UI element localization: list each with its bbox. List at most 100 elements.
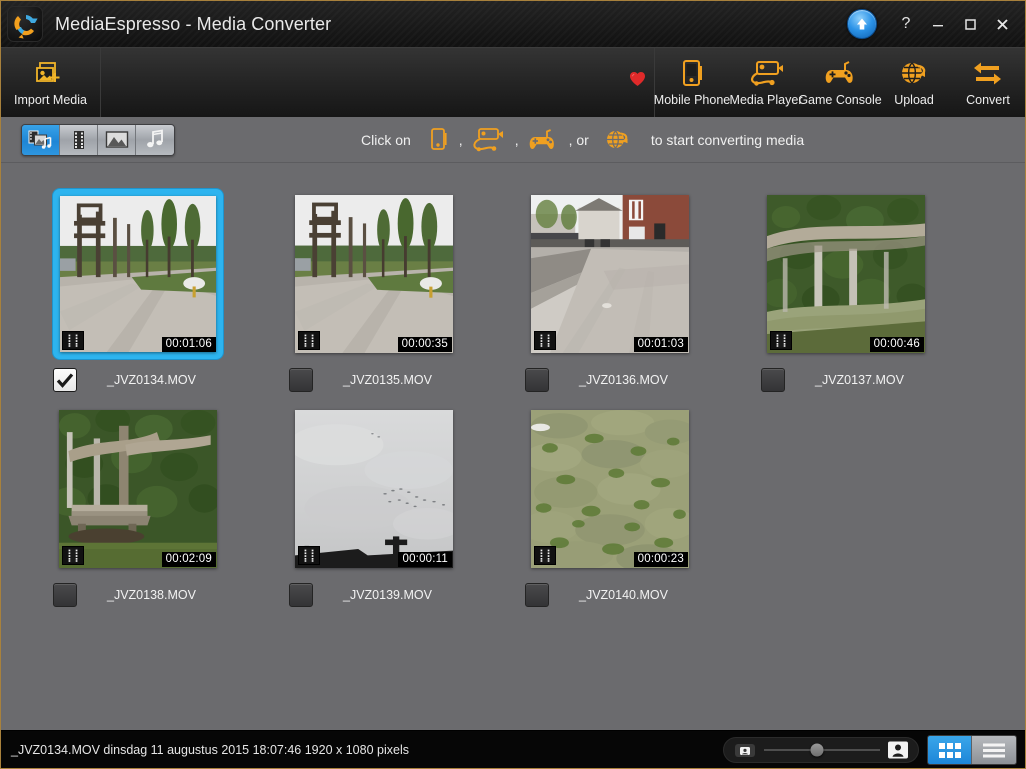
- maximize-button[interactable]: [955, 7, 985, 41]
- media-item-filename: _JVZ0137.MOV: [815, 373, 904, 387]
- close-button[interactable]: [987, 7, 1017, 41]
- media-item-filename: _JVZ0140.MOV: [579, 588, 668, 602]
- duration-badge: 00:00:23: [633, 552, 688, 567]
- minimize-button[interactable]: [923, 7, 953, 41]
- hint-globe-upload-icon[interactable]: [603, 127, 633, 153]
- media-item[interactable]: 00:00:46 _JVZ0137.MOV: [761, 189, 997, 392]
- media-item-checkbox[interactable]: [289, 583, 313, 607]
- media-item[interactable]: 00:00:23 _JVZ0140.MOV: [525, 404, 761, 607]
- import-media-button[interactable]: Import Media: [1, 48, 101, 117]
- media-item[interactable]: 00:01:03 _JVZ0136.MOV: [525, 189, 761, 392]
- media-item[interactable]: 00:01:06 _JVZ0134.MOV: [53, 189, 289, 392]
- app-title: MediaEspresso - Media Converter: [55, 13, 332, 34]
- window-controls: ?: [847, 1, 1017, 47]
- game-console-button[interactable]: Game Console: [798, 48, 882, 117]
- media-item-meta: _JVZ0138.MOV: [53, 583, 289, 607]
- hint-sep-1: ,: [458, 132, 463, 148]
- convert-button[interactable]: Convert: [951, 48, 1025, 117]
- media-item-checkbox[interactable]: [53, 368, 77, 392]
- hint-game-console-icon[interactable]: [527, 127, 559, 153]
- media-item-checkbox[interactable]: [53, 583, 77, 607]
- duration-badge: 00:00:11: [398, 552, 452, 567]
- media-item-filename: _JVZ0138.MOV: [107, 588, 196, 602]
- status-bar-controls: [723, 731, 1017, 769]
- media-item-checkbox[interactable]: [289, 368, 313, 392]
- slider-track[interactable]: [764, 743, 880, 757]
- hint-sep-2: ,: [514, 132, 519, 148]
- status-info-text: _JVZ0134.MOV dinsdag 11 augustus 2015 18…: [11, 742, 409, 757]
- upload-button[interactable]: Upload: [877, 48, 951, 117]
- tab-video[interactable]: [60, 124, 98, 155]
- media-item[interactable]: 00:00:11 _JVZ0139.MOV: [289, 404, 525, 607]
- hint-prefix: Click on: [361, 132, 411, 148]
- title-bar: MediaEspresso - Media Converter ?: [1, 1, 1025, 47]
- thumbnail-frame[interactable]: 00:00:46: [761, 189, 931, 359]
- hint-media-player-icon[interactable]: [469, 127, 509, 153]
- media-item-filename: _JVZ0134.MOV: [107, 373, 196, 387]
- thumbnail-image-street-houses: [531, 195, 689, 353]
- conversion-hint: Click on , , , or to start converting me…: [361, 117, 804, 163]
- favorite-heart-icon[interactable]: [621, 48, 655, 117]
- game-console-label: Game Console: [798, 93, 882, 107]
- thumbnail-frame[interactable]: 00:00:35: [289, 189, 459, 359]
- thumbnail-image-grey-sky: [295, 410, 453, 568]
- media-player-icon: [746, 58, 786, 90]
- video-type-badge-icon: [534, 331, 556, 350]
- mobile-phone-icon: [677, 58, 707, 90]
- tab-music[interactable]: [136, 124, 174, 155]
- upload-round-button[interactable]: [847, 9, 877, 39]
- help-button[interactable]: ?: [891, 7, 921, 41]
- media-item-meta: _JVZ0139.MOV: [289, 583, 525, 607]
- grid-view-button[interactable]: [928, 736, 972, 764]
- thumbnail-frame[interactable]: 00:01:03: [525, 189, 695, 359]
- hint-mobile-phone-icon[interactable]: [429, 127, 449, 153]
- media-player-label: Media Player: [729, 93, 803, 107]
- tab-photo[interactable]: [98, 124, 136, 155]
- import-media-icon: [34, 59, 68, 91]
- video-type-badge-icon: [298, 546, 320, 565]
- large-thumbnail-icon[interactable]: [886, 740, 910, 760]
- thumbnail-image-path-trees: [60, 196, 216, 352]
- thumbnail-image-path-trees: [295, 195, 453, 353]
- mobile-phone-button[interactable]: Mobile Phone: [654, 48, 730, 117]
- media-item-checkbox[interactable]: [525, 368, 549, 392]
- main-toolbar: Import Media Mobile Phone Media Player G…: [1, 47, 1025, 117]
- thumbnail-frame[interactable]: 00:00:11: [289, 404, 459, 574]
- video-type-badge-icon: [534, 546, 556, 565]
- thumbnail-frame[interactable]: 00:01:06: [53, 189, 223, 359]
- duration-badge: 00:01:06: [161, 337, 216, 352]
- small-thumbnail-icon[interactable]: [732, 741, 758, 759]
- import-media-label: Import Media: [14, 92, 87, 107]
- media-item-meta: _JVZ0134.MOV: [53, 368, 289, 392]
- globe-upload-icon: [898, 58, 930, 90]
- list-view-button[interactable]: [972, 736, 1016, 764]
- app-logo-icon: [7, 6, 43, 42]
- thumbnail-image-hedge-fence: [767, 195, 925, 353]
- thumbnail-frame[interactable]: 00:02:09: [53, 404, 223, 574]
- view-mode-toggle: [927, 735, 1017, 765]
- upload-label: Upload: [894, 93, 934, 107]
- slider-knob[interactable]: [810, 743, 824, 757]
- hint-sep-3: , or: [568, 132, 589, 148]
- media-item[interactable]: 00:02:09 _JVZ0138.MOV: [53, 404, 289, 607]
- media-item-checkbox[interactable]: [761, 368, 785, 392]
- media-player-button[interactable]: Media Player: [729, 48, 803, 117]
- media-item-checkbox[interactable]: [525, 583, 549, 607]
- toolbar-actions: Mobile Phone Media Player Game Console U…: [654, 48, 1025, 117]
- thumbnail-image-grass-field: [531, 410, 689, 568]
- thumbnail-frame[interactable]: 00:00:23: [525, 404, 695, 574]
- media-item-filename: _JVZ0135.MOV: [343, 373, 432, 387]
- duration-badge: 00:00:46: [869, 337, 924, 352]
- video-type-badge-icon: [770, 331, 792, 350]
- duration-badge: 00:01:03: [633, 337, 688, 352]
- duration-badge: 00:00:35: [397, 337, 452, 352]
- media-item-filename: _JVZ0139.MOV: [343, 588, 432, 602]
- media-item[interactable]: 00:00:35 _JVZ0135.MOV: [289, 189, 525, 392]
- filter-bar: Click on , , , or to start converting me…: [1, 117, 1025, 163]
- thumbnail-size-slider[interactable]: [723, 737, 919, 763]
- app-window: MediaEspresso - Media Converter ? Import…: [0, 0, 1026, 769]
- media-type-tabs: [21, 123, 175, 156]
- video-type-badge-icon: [62, 331, 84, 350]
- tab-all-media[interactable]: [22, 124, 60, 155]
